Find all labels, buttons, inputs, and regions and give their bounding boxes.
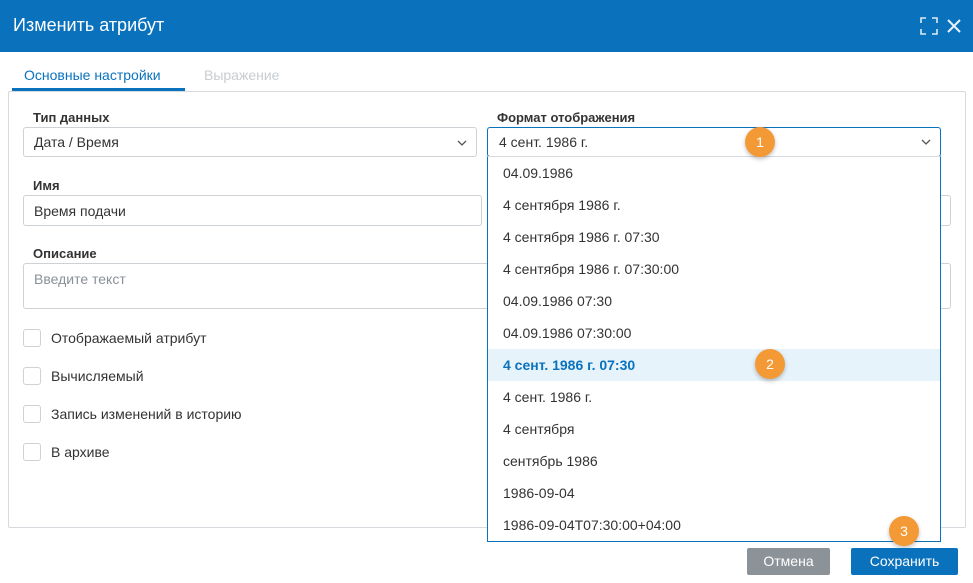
format-option[interactable]: сентябрь 1986 (488, 445, 940, 477)
format-option[interactable]: 4 сентября 1986 г. (488, 189, 940, 221)
format-option[interactable]: 04.09.1986 (488, 157, 940, 189)
step-badge-2: 2 (755, 349, 785, 379)
maximize-icon[interactable] (920, 17, 938, 35)
cancel-button[interactable]: Отмена (747, 548, 830, 575)
checkbox-history-log-label: Запись изменений в историю (51, 406, 242, 422)
display-format-dropdown: 04.09.1986 4 сентября 1986 г. 4 сентября… (487, 156, 941, 542)
data-type-label: Тип данных (33, 110, 110, 125)
save-button[interactable]: Сохранить (851, 548, 958, 575)
format-option[interactable]: 1986-09-04T07:30:00+04:00 (488, 509, 940, 541)
checkbox-archived-label: В архиве (51, 444, 110, 460)
display-format-select[interactable]: 4 сент. 1986 г. (487, 127, 941, 157)
name-input[interactable]: Время подачи (23, 195, 482, 226)
display-format-label: Формат отображения (497, 110, 636, 125)
step-badge-1: 1 (745, 127, 775, 157)
step-badge-3: 3 (889, 516, 919, 546)
display-format-value: 4 сент. 1986 г. (499, 134, 589, 150)
tab-expression[interactable]: Выражение (204, 66, 279, 84)
checkbox-displayed-attribute[interactable] (23, 329, 41, 347)
format-option[interactable]: 04.09.1986 07:30 (488, 285, 940, 317)
format-option[interactable]: 4 сентября 1986 г. 07:30 (488, 221, 940, 253)
dialog-title: Изменить атрибут (13, 15, 165, 35)
name-value: Время подачи (34, 203, 126, 219)
format-option[interactable]: 4 сентября (488, 413, 940, 445)
checkbox-computed[interactable] (23, 367, 41, 385)
chevron-down-icon (921, 139, 931, 145)
format-option[interactable]: 04.09.1986 07:30:00 (488, 317, 940, 349)
data-type-select[interactable]: Дата / Время (23, 127, 477, 157)
format-option-highlighted[interactable]: 4 сент. 1986 г. 07:30 (488, 349, 940, 381)
format-option[interactable]: 4 сент. 1986 г. (488, 381, 940, 413)
data-type-value: Дата / Время (34, 134, 119, 150)
format-option[interactable]: 4 сентября 1986 г. 07:30:00 (488, 253, 940, 285)
chevron-down-icon (457, 140, 467, 146)
tab-bar: Основные настройки Выражение (0, 52, 973, 92)
dialog-header: Изменить атрибут (0, 0, 973, 52)
description-placeholder: Введите текст (34, 271, 126, 287)
close-icon[interactable] (945, 17, 963, 35)
format-option[interactable]: 1986-09-04 (488, 477, 940, 509)
checkbox-displayed-attribute-label: Отображаемый атрибут (51, 330, 207, 346)
checkbox-history-log[interactable] (23, 405, 41, 423)
name-label: Имя (33, 178, 60, 193)
checkbox-computed-label: Вычисляемый (51, 368, 144, 384)
checkbox-archived[interactable] (23, 443, 41, 461)
tab-basic-settings[interactable]: Основные настройки (24, 66, 161, 84)
description-label: Описание (33, 246, 97, 261)
